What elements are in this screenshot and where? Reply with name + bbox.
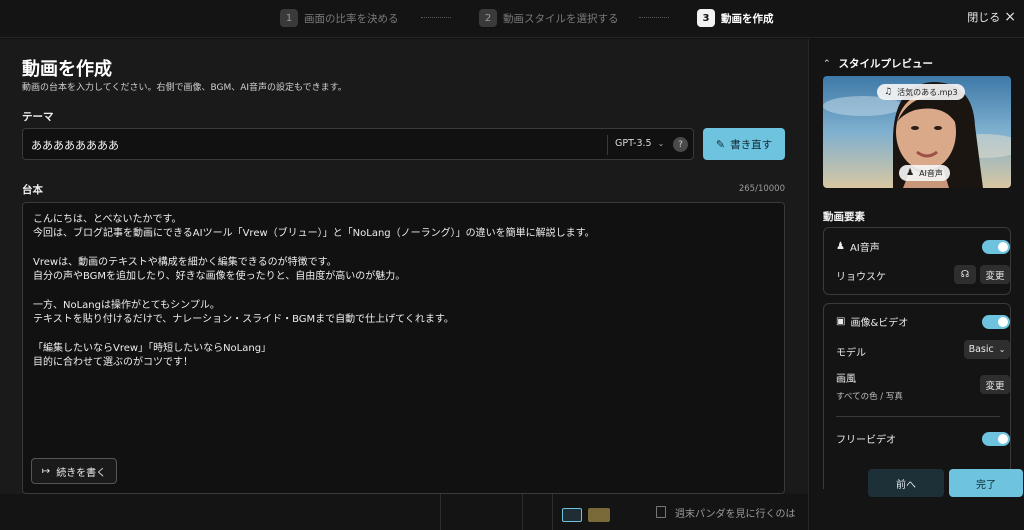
script-line: こんにちは、とべないたかです。 <box>33 214 182 225</box>
chevron-down-icon: ⌄ <box>998 345 1006 354</box>
ai-voice-toggle[interactable] <box>982 240 1010 254</box>
document-icon <box>656 506 666 518</box>
scene-text: 週末パンダを見に行くのは <box>675 509 796 520</box>
script-text: こんにちは、とべないたかです。 今回は、ブログ記事を動画にできるAIツール「Vr… <box>33 213 595 370</box>
step-1-label: 画面の比率を決める <box>304 12 399 25</box>
script-line <box>33 242 595 256</box>
timeline-divider <box>440 494 441 530</box>
create-video-panel: 動画を作成 動画の台本を入力してください。右側で画像、BGM、AI音声の設定もで… <box>0 39 808 530</box>
ai-voice-card: ♟ AI音声 リョウスケ ☊ 変更 <box>823 227 1011 295</box>
timeline-divider <box>552 494 553 530</box>
bgm-tag: ♫ 活気のある.mp3 <box>877 84 965 100</box>
page-title: 動画を作成 <box>22 59 112 80</box>
voice-tag: ♟ AI音声 <box>899 165 950 181</box>
script-line: 一方、NoLangは操作がとてもシンプル。 <box>33 299 220 311</box>
script-line <box>33 284 595 298</box>
magic-wand-icon: ✎ <box>715 137 726 151</box>
ai-voice-label: AI音声 <box>849 243 880 254</box>
media-toggle[interactable] <box>982 315 1010 329</box>
style-preview-header[interactable]: ⌃ スタイルプレビュー <box>823 56 933 71</box>
theme-separator <box>607 135 608 155</box>
media-card: ▣ 画像&ビデオ モデル Basic ⌄ 画風 すべての色 / 写真 変更 フリ… <box>823 303 1011 489</box>
close-button[interactable]: 閉じる × <box>967 9 1016 25</box>
page-subtitle: 動画の台本を入力してください。右側で画像、BGM、AI音声の設定もできます。 <box>22 83 347 93</box>
style-row: 画風 <box>836 370 856 385</box>
step-2-label: 動画スタイルを選択する <box>503 12 619 25</box>
free-video-label: フリービデオ <box>836 435 896 446</box>
clip-thumbnail <box>588 508 610 522</box>
image-video-icon: ▣ <box>836 316 846 327</box>
theme-label: テーマ <box>22 111 54 123</box>
clip-thumbnail <box>562 508 582 522</box>
step-3-number: 3 <box>697 9 715 27</box>
toggle-knob <box>998 317 1008 327</box>
close-icon: × <box>1004 9 1016 25</box>
script-label: 台本 <box>22 184 43 196</box>
free-video-toggle[interactable] <box>982 432 1010 446</box>
ai-voice-row: ♟ AI音声 <box>836 239 880 254</box>
settings-sidebar: ⌃ スタイルプレビュー ♫ 活気のある.mp3 ♟ AI音声 動画要素 ♟ AI… <box>808 39 1024 530</box>
continue-writing-button[interactable]: ↦ 続きを書く <box>31 458 117 484</box>
change-style-button[interactable]: 変更 <box>980 375 1010 394</box>
speaker-row: リョウスケ <box>836 268 886 283</box>
rewrite-label: 書き直す <box>730 138 773 151</box>
previous-button[interactable]: 前へ <box>868 469 944 497</box>
arrow-right-icon: ↦ <box>41 465 51 477</box>
stepper-bar: 1 画面の比率を決める 2 動画スタイルを選択する 3 動画を作成 閉じる × <box>0 0 1024 38</box>
free-video-row: フリービデオ <box>836 431 896 446</box>
style-preview-title: スタイルプレビュー <box>838 58 934 70</box>
style-label: 画風 <box>836 374 856 385</box>
voice-tag-label: AI音声 <box>919 168 943 178</box>
script-line <box>33 327 595 341</box>
script-line: テキストを貼り付けるだけで、ナレーション・スライド・BGMまで自動で仕上げてくれ… <box>33 314 454 326</box>
done-button[interactable]: 完了 <box>949 469 1023 497</box>
step-divider <box>421 17 451 18</box>
script-line: Vrewは、動画のテキストや構成を細かく編集できるのが特徴です。 <box>33 256 337 268</box>
model-label: モデル <box>836 348 866 359</box>
close-label: 閉じる <box>967 11 1001 24</box>
model-value: Basic <box>968 344 994 355</box>
card-divider <box>836 416 1000 417</box>
bgm-tag-label: 活気のある.mp3 <box>897 87 958 97</box>
script-line: 「編集したいならVrew」「時短したいならNoLang」 <box>33 342 272 354</box>
model-dropdown[interactable]: Basic ⌄ <box>964 340 1010 359</box>
model-select[interactable]: GPT-3.5 ⌄ <box>615 138 664 149</box>
step-3-label: 動画を作成 <box>721 12 774 25</box>
help-icon[interactable]: ? <box>673 137 688 152</box>
media-label: 画像&ビデオ <box>850 318 909 329</box>
theme-field: ああああああああ GPT-3.5 ⌄ ? <box>22 128 694 160</box>
chevron-up-icon: ⌃ <box>823 58 831 69</box>
chevron-down-icon: ⌄ <box>657 139 665 148</box>
step-1-number: 1 <box>280 9 298 27</box>
toggle-knob <box>998 434 1008 444</box>
step-divider <box>639 17 669 18</box>
music-note-icon: ♫ <box>884 87 893 97</box>
toggle-knob <box>998 242 1008 252</box>
voice-icon: ♟ <box>836 241 845 252</box>
script-line: 目的に合わせて選ぶのがコツです！ <box>33 356 193 368</box>
rewrite-button[interactable]: ✎ 書き直す <box>703 128 785 160</box>
continue-writing-label: 続きを書く <box>56 467 107 479</box>
headphones-icon[interactable]: ☊ <box>954 265 976 284</box>
timeline-divider <box>522 494 523 530</box>
step-2: 2 動画スタイルを選択する <box>479 8 619 28</box>
step-3: 3 動画を作成 <box>697 8 774 28</box>
script-textarea[interactable]: こんにちは、とべないたかです。 今回は、ブログ記事を動画にできるAIツール「Vr… <box>22 202 785 494</box>
style-value: すべての色 / 写真 <box>836 392 903 402</box>
media-row: ▣ 画像&ビデオ <box>836 314 908 329</box>
script-line: 自分の声やBGMを追加したり、好きな画像を使ったりと、自由度が高いのが魅力。 <box>33 271 406 283</box>
step-1: 1 画面の比率を決める <box>280 8 399 28</box>
video-elements-title: 動画要素 <box>823 211 865 223</box>
step-2-number: 2 <box>479 9 497 27</box>
model-select-value: GPT-3.5 <box>615 138 652 149</box>
speaker-name: リョウスケ <box>836 272 886 283</box>
style-preview-image: ♫ 活気のある.mp3 ♟ AI音声 <box>823 76 1011 188</box>
change-voice-button[interactable]: 変更 <box>980 265 1010 284</box>
char-counter: 265/10000 <box>738 184 785 194</box>
theme-input[interactable]: ああああああああ <box>31 137 119 153</box>
model-row: モデル <box>836 344 866 359</box>
voice-icon: ♟ <box>906 168 915 178</box>
script-line: 今回は、ブログ記事を動画にできるAIツール「Vrew（ブリュー）」と「NoLan… <box>33 228 595 240</box>
